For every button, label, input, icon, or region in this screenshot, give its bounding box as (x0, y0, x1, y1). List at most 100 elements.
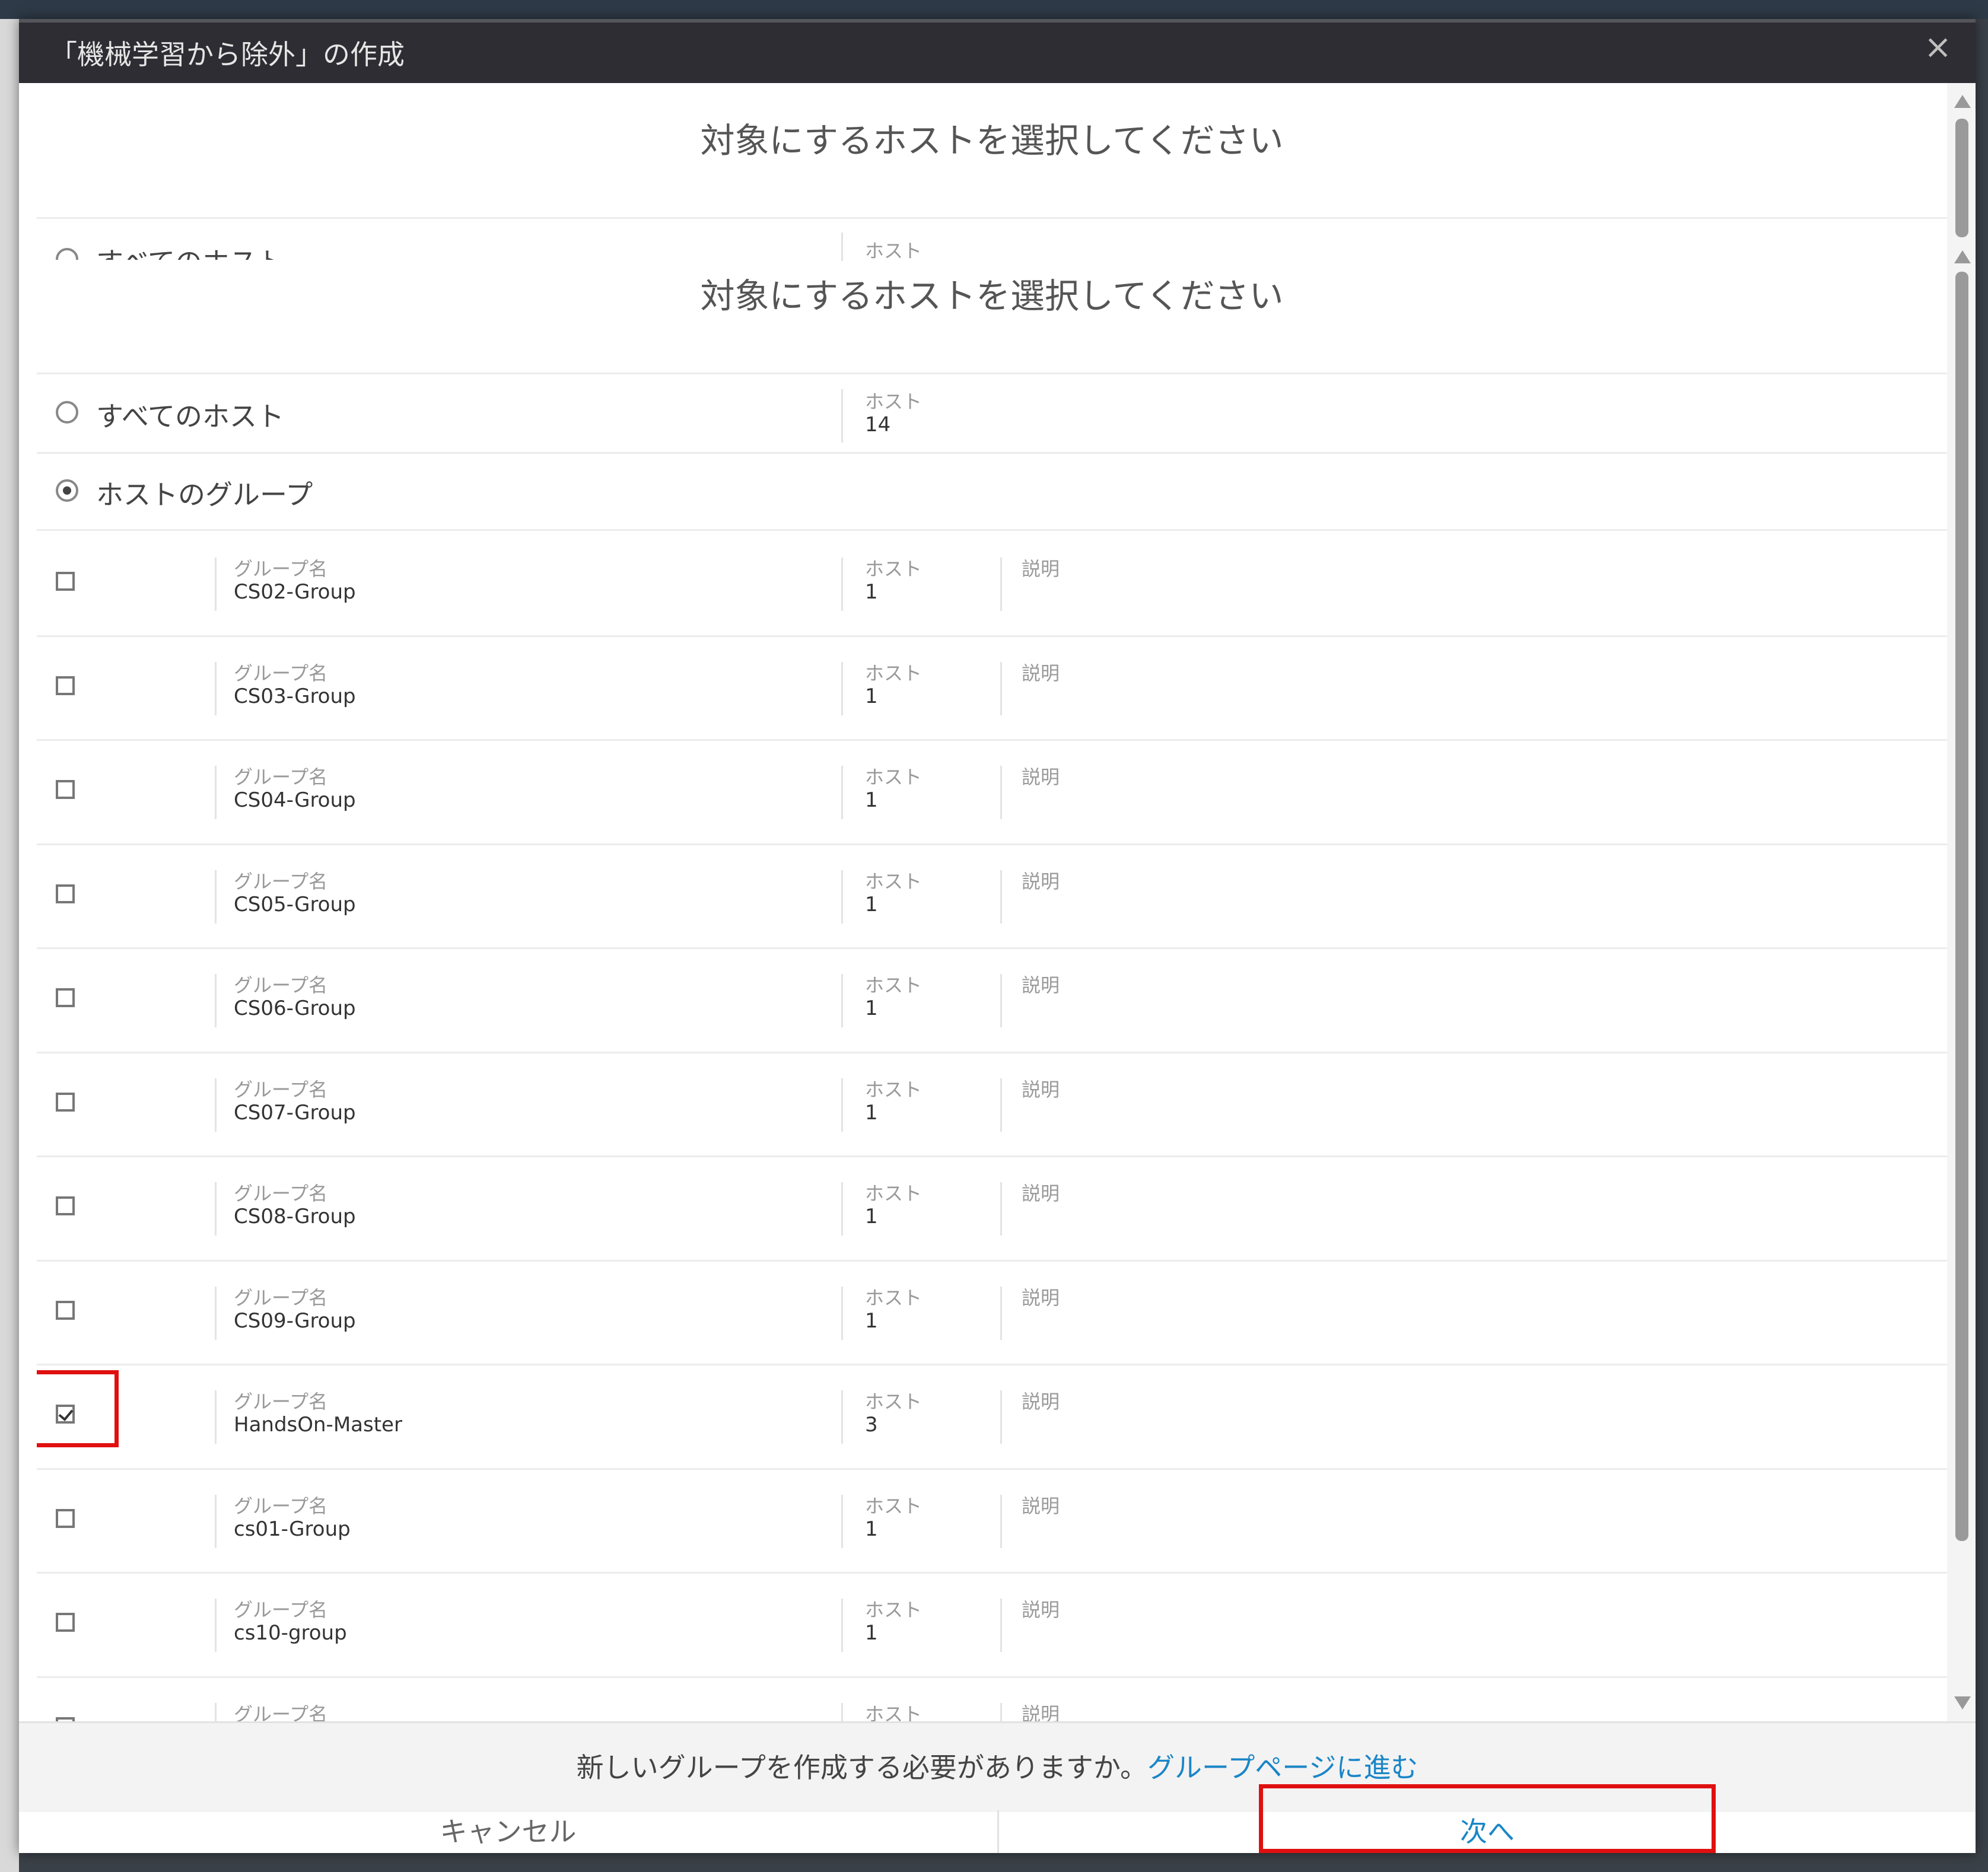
group-description-label: 説明 (1022, 1599, 1060, 1621)
group-description-label: 説明 (1022, 1286, 1060, 1309)
group-host-count: 1 (865, 997, 878, 1020)
group-host-label: ホスト (865, 974, 923, 997)
group-name: CS02-Group (234, 580, 356, 604)
group-description-label: 説明 (1022, 974, 1060, 997)
group-host-label: ホスト (865, 1702, 923, 1722)
column-separator (215, 1182, 217, 1236)
group-host-label: ホスト (865, 1078, 923, 1101)
dialog-content: 対象にするホストを選択してください すべてのホスト ホスト 対象にするホストを選… (37, 83, 1947, 1721)
group-host-count: 1 (865, 1205, 878, 1228)
group-checkbox[interactable] (56, 676, 75, 695)
group-page-link[interactable]: グループページに進む (1147, 1752, 1418, 1784)
group-name-label: グループ名 (234, 870, 328, 893)
group-name: CS03-Group (234, 684, 356, 708)
group-row[interactable]: グループ名 CS05-Group ホスト 1 説明 (37, 845, 1947, 949)
host-group-radio[interactable] (56, 479, 78, 502)
group-name-label: グループ名 (234, 661, 328, 685)
cancel-button[interactable]: キャンセル (19, 1810, 999, 1853)
group-name: cs10-group (234, 1621, 347, 1645)
column-separator (1000, 1286, 1002, 1340)
group-name: CS08-Group (234, 1205, 356, 1228)
create-group-question: 新しいグループを作成する必要がありますか。 (576, 1752, 1147, 1784)
ghost-heading: 対象にするホストを選択してください (700, 120, 1284, 161)
group-checkbox[interactable] (56, 884, 75, 903)
column-separator (1000, 661, 1002, 715)
column-separator (215, 1286, 217, 1340)
group-name: cs01-Group (234, 1517, 351, 1541)
group-checkbox[interactable] (56, 1717, 75, 1721)
column-separator (841, 1599, 843, 1652)
group-row[interactable]: グループ名 CS03-Group ホスト 1 説明 (37, 637, 1947, 741)
group-host-label: ホスト (865, 558, 923, 580)
group-name: CS06-Group (234, 997, 356, 1020)
group-row[interactable]: グループ名 cs01-Group ホスト 1 説明 (37, 1470, 1947, 1574)
group-host-count: 1 (865, 1621, 878, 1645)
column-separator (841, 1494, 843, 1548)
radio-selected-dot (63, 486, 71, 495)
column-separator (841, 661, 843, 715)
group-host-count: 1 (865, 892, 878, 916)
app-top-bar (0, 0, 1988, 19)
group-row[interactable]: グループ名 HandsOn-Master ホスト 3 説明 (37, 1365, 1947, 1470)
group-row[interactable]: グループ名 cs10-group ホスト 1 説明 (37, 1574, 1947, 1678)
group-row[interactable]: グループ名 CS09-Group ホスト 1 説明 (37, 1262, 1947, 1365)
scroll-up-icon[interactable] (1954, 95, 1971, 108)
group-name-label: グループ名 (234, 1390, 328, 1413)
group-name-label: グループ名 (234, 558, 328, 580)
column-separator (841, 1702, 843, 1721)
group-description-label: 説明 (1022, 1078, 1060, 1101)
scroll-up-icon[interactable] (1954, 250, 1971, 263)
group-name-label: グループ名 (234, 766, 328, 788)
column-separator (841, 1078, 843, 1132)
column-separator (841, 1182, 843, 1236)
group-description-label: 説明 (1022, 1182, 1060, 1205)
column-separator (841, 766, 843, 819)
group-row[interactable]: グループ名 CS04-Group ホスト 1 説明 (37, 741, 1947, 845)
group-checkbox[interactable] (56, 1508, 75, 1528)
group-checkbox[interactable] (56, 1613, 75, 1632)
group-row[interactable]: グループ名 CS06-Group ホスト 1 説明 (37, 949, 1947, 1053)
group-description-label: 説明 (1022, 558, 1060, 580)
group-checkbox[interactable] (56, 1300, 75, 1320)
group-description-label: 説明 (1022, 1702, 1060, 1722)
group-name-label: グループ名 (234, 1494, 328, 1517)
group-row[interactable]: グループ名 CS02-Group ホスト 1 説明 (37, 533, 1947, 637)
column-separator (215, 661, 217, 715)
create-exclusion-dialog: 「機械学習から除外」の作成 × 対象にするホストを選択してください すべてのホス… (19, 19, 1976, 1853)
column-separator (1000, 870, 1002, 924)
group-row[interactable]: グループ名 CS07-Group ホスト 1 説明 (37, 1053, 1947, 1157)
column-separator (1000, 766, 1002, 819)
scroll-thumb[interactable] (1955, 272, 1968, 1541)
column-separator (215, 1702, 217, 1721)
background-page-edge (0, 19, 19, 1872)
next-button-highlight (1259, 1784, 1716, 1853)
group-name-label: グループ名 (234, 1702, 328, 1722)
group-host-label: ホスト (865, 1390, 923, 1413)
column-separator (215, 1078, 217, 1132)
close-icon[interactable]: × (1924, 31, 1952, 64)
group-checkbox[interactable] (56, 1092, 75, 1112)
divider (37, 217, 1947, 219)
scroll-down-icon[interactable] (1954, 1696, 1971, 1709)
group-name: HandsOn-Master (234, 1413, 402, 1437)
all-hosts-radio[interactable] (56, 401, 78, 424)
group-host-count: 3 (865, 1413, 878, 1437)
group-name: CS09-Group (234, 1309, 356, 1333)
group-checkbox[interactable] (56, 572, 75, 591)
dialog-title: 「機械学習から除外」の作成 (50, 39, 405, 71)
group-name-label: グループ名 (234, 1182, 328, 1205)
column-separator (1000, 1390, 1002, 1444)
group-checkbox[interactable] (56, 780, 75, 799)
column-separator (841, 870, 843, 924)
column-separator (1000, 1599, 1002, 1652)
group-row[interactable]: グループ名 CS08-Group ホスト 1 説明 (37, 1157, 1947, 1262)
group-description-label: 説明 (1022, 766, 1060, 788)
scrollbar[interactable] (1947, 83, 1976, 1721)
group-checkbox[interactable] (56, 988, 75, 1007)
group-name-label: グループ名 (234, 1078, 328, 1101)
group-row[interactable]: グループ名 ホスト 説明 (37, 1678, 1947, 1722)
scroll-thumb[interactable] (1955, 119, 1968, 237)
all-hosts-host-count: 14 (865, 413, 891, 437)
group-checkbox[interactable] (56, 1196, 75, 1215)
ghost-row-clip: すべてのホスト ホスト (37, 236, 1947, 260)
